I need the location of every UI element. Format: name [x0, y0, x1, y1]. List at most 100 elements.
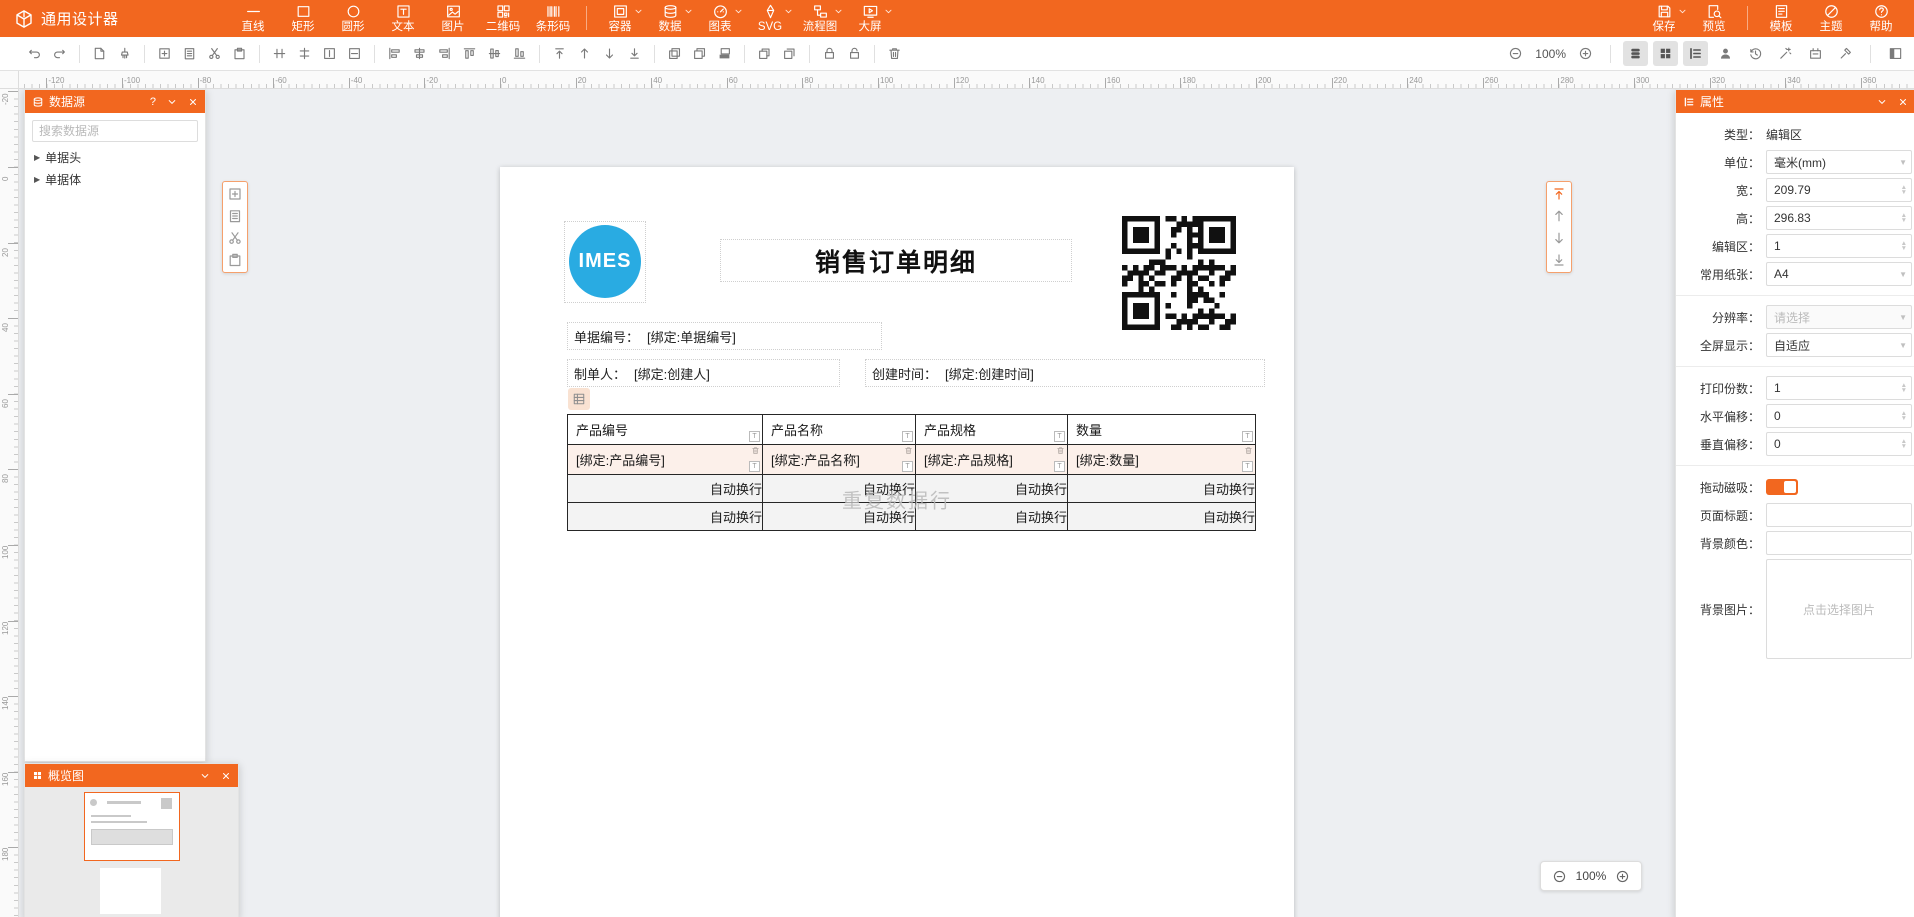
center-vertical-button[interactable] [317, 41, 342, 66]
prop-select[interactable]: A4▼ [1766, 262, 1912, 286]
stepper-arrows[interactable]: ▲▼ [1901, 241, 1907, 251]
table-binding-cell[interactable]: [绑定:数量]T [1068, 445, 1256, 475]
chevron-down-icon[interactable] [884, 7, 893, 16]
align-bottom-button[interactable] [507, 41, 532, 66]
cut-button[interactable] [202, 41, 227, 66]
stepper-arrows[interactable]: ▲▼ [1901, 383, 1907, 393]
prop-select[interactable]: 自适应▼ [1766, 333, 1912, 357]
qrcode-element[interactable] [1122, 216, 1236, 330]
merge-down-button[interactable] [712, 41, 737, 66]
align-middle-button[interactable] [482, 41, 507, 66]
chevron-down-icon[interactable] [834, 7, 843, 16]
table-binding-cell[interactable]: [绑定:产品编号]T [568, 445, 763, 475]
prop-text-input[interactable] [1766, 531, 1912, 555]
table-handle-icon[interactable] [568, 388, 590, 410]
send-to-back-button[interactable] [622, 41, 647, 66]
zoom-in-button[interactable] [1573, 41, 1598, 66]
tree-item-1[interactable]: ▶单据头 [25, 146, 205, 168]
zoom-out-icon[interactable] [1552, 869, 1567, 884]
chevron-down-icon[interactable] [684, 7, 693, 16]
import-button[interactable] [152, 41, 177, 66]
panel-properties-toggle[interactable] [1683, 41, 1708, 66]
copy-button[interactable] [177, 41, 202, 66]
prop-select[interactable]: 请选择▼ [1766, 305, 1912, 329]
tool-save[interactable]: 保存 [1639, 0, 1689, 37]
center-horizontal-button[interactable] [342, 41, 367, 66]
report-page[interactable]: IMES 销售订单明细 单据编号： [绑定:单据编号] 制单人： [绑定:创建人… [500, 167, 1294, 917]
tool-template[interactable]: 模板 [1756, 0, 1806, 37]
ungroup-button[interactable] [777, 41, 802, 66]
close-icon[interactable] [188, 97, 198, 107]
tool-barcode[interactable]: 条形码 [528, 0, 578, 37]
chevron-down-icon[interactable] [784, 7, 793, 16]
tool-data[interactable]: 数据 [645, 0, 695, 37]
align-right-button[interactable] [432, 41, 457, 66]
background-image-picker[interactable]: 点击选择图片 [1766, 559, 1912, 659]
tools-button[interactable] [1833, 41, 1858, 66]
close-icon[interactable] [221, 771, 231, 781]
tool-qrcode[interactable]: 二维码 [478, 0, 528, 37]
add-box-icon[interactable] [227, 186, 243, 202]
tool-svgtool[interactable]: SVG [745, 0, 795, 37]
tool-image[interactable]: 图片 [428, 0, 478, 37]
tool-circle[interactable]: 圆形 [328, 0, 378, 37]
align-vertical-center-button[interactable] [267, 41, 292, 66]
scissors-icon[interactable] [227, 230, 243, 246]
lock-button[interactable] [817, 41, 842, 66]
copy-style-button[interactable] [662, 41, 687, 66]
move-up-button[interactable] [572, 41, 597, 66]
document-icon[interactable] [227, 208, 243, 224]
detail-table[interactable]: 产品编号T产品名称T产品规格T数量T[绑定:产品编号]T[绑定:产品名称]T[绑… [567, 414, 1256, 531]
table-autowrap-cell[interactable]: 自动换行 [1068, 503, 1256, 531]
trash-icon[interactable] [1244, 446, 1253, 455]
stepper-arrows[interactable]: ▲▼ [1901, 185, 1907, 195]
table-autowrap-cell[interactable]: 自动换行 [568, 475, 763, 503]
trash-icon[interactable] [1056, 446, 1065, 455]
tool-container[interactable]: 容器 [595, 0, 645, 37]
panel-datasource-toggle[interactable] [1623, 41, 1648, 66]
align-center-button[interactable] [407, 41, 432, 66]
delete-button[interactable] [882, 41, 907, 66]
stepper-arrows[interactable]: ▲▼ [1901, 213, 1907, 223]
collapse-icon[interactable] [167, 97, 177, 107]
layout-columns-button[interactable] [1883, 41, 1908, 66]
scroll-down-icon[interactable] [1551, 230, 1567, 246]
help-icon[interactable]: ? [150, 96, 156, 108]
tool-help[interactable]: 帮助 [1856, 0, 1906, 37]
align-left-button[interactable] [382, 41, 407, 66]
clear-format-button[interactable] [112, 41, 137, 66]
close-icon[interactable] [1898, 97, 1908, 107]
align-horizontal-center-button[interactable] [292, 41, 317, 66]
tool-preview[interactable]: 预览 [1689, 0, 1739, 37]
clipboard-icon[interactable] [227, 252, 243, 268]
tool-rect[interactable]: 矩形 [278, 0, 328, 37]
tree-caret-icon[interactable]: ▶ [34, 153, 40, 162]
overview-body[interactable] [25, 787, 238, 917]
undo-button[interactable] [22, 41, 47, 66]
table-autowrap-cell[interactable]: 自动换行 [763, 503, 916, 531]
tool-screen[interactable]: 大屏 [845, 0, 895, 37]
tool-text[interactable]: 文本 [378, 0, 428, 37]
drag-snap-toggle[interactable] [1766, 479, 1798, 495]
panel-overview-toggle[interactable] [1653, 41, 1678, 66]
tree-caret-icon[interactable]: ▶ [34, 175, 40, 184]
field-creator[interactable]: 制单人： [绑定:创建人] [567, 359, 840, 387]
table-header-cell[interactable]: 产品规格T [916, 415, 1068, 445]
chevron-down-icon[interactable] [634, 7, 643, 16]
group-button[interactable] [752, 41, 777, 66]
scroll-up-icon[interactable] [1551, 208, 1567, 224]
canvas-area[interactable]: IMES 销售订单明细 单据编号： [绑定:单据编号] 制单人： [绑定:创建人… [18, 88, 1914, 917]
trash-icon[interactable] [904, 446, 913, 455]
field-bill-number[interactable]: 单据编号： [绑定:单据编号] [567, 322, 882, 350]
stepper-arrows[interactable]: ▲▼ [1901, 411, 1907, 421]
clone-button[interactable] [687, 41, 712, 66]
trash-icon[interactable] [751, 446, 760, 455]
redo-button[interactable] [47, 41, 72, 66]
datasource-panel-header[interactable]: 数据源 ? [25, 90, 205, 113]
stepper-arrows[interactable]: ▲▼ [1901, 439, 1907, 449]
table-autowrap-cell[interactable]: 自动换行 [916, 475, 1068, 503]
table-autowrap-cell[interactable]: 自动换行 [916, 503, 1068, 531]
move-down-button[interactable] [597, 41, 622, 66]
table-autowrap-cell[interactable]: 自动换行 [1068, 475, 1256, 503]
prop-number-input[interactable]: 1▲▼ [1766, 376, 1912, 400]
